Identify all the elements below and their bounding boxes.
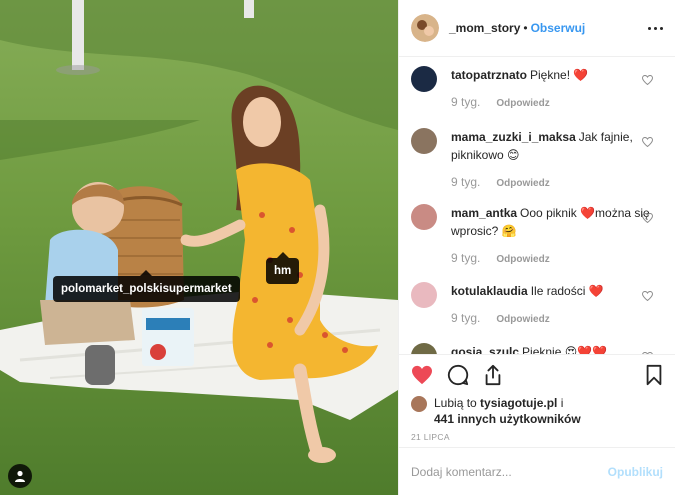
comment-age[interactable]: 9 tyg. — [451, 95, 480, 109]
product-tag-polomarket[interactable]: polomarket_polskisupermarket — [53, 270, 240, 302]
comment-age[interactable]: 9 tyg. — [451, 175, 480, 189]
comment-username[interactable]: kotulaklaudia — [451, 284, 528, 298]
avatar-image — [411, 14, 439, 42]
comment-like-heart-icon[interactable] — [642, 291, 653, 301]
comment-username[interactable]: gosia_szulc — [451, 345, 519, 354]
likes-prefix: Lubią to — [434, 396, 481, 410]
comment-text: Ile radości ❤️ — [530, 284, 604, 298]
comment-body: mam_antka Ooo piknik ❤️można się wprosic?… — [451, 204, 663, 269]
comment-meta: 9 tyg. Odpowiedz — [451, 93, 663, 113]
reply-button[interactable]: Odpowiedz — [496, 98, 549, 109]
comment-username[interactable]: mam_antka — [451, 206, 517, 220]
comment-item: tatopatrznato Piękne! ❤️ 9 tyg. Odpowiedz — [411, 66, 663, 113]
comment-item: kotulaklaudia Ile radości ❤️ 9 tyg. Odpowi… — [411, 282, 663, 329]
author-username[interactable]: _mom_story — [449, 21, 520, 35]
commenter-avatar[interactable] — [411, 128, 437, 154]
comment-meta: 9 tyg. Odpowiedz — [451, 173, 663, 193]
comment-body: mama_zuzki_i_maksa Jak fajnie, piknikowo … — [451, 128, 663, 193]
comment-username[interactable]: mama_zuzki_i_maksa — [451, 130, 576, 144]
comment-like-heart-icon[interactable] — [642, 137, 653, 147]
comment-like-heart-icon[interactable] — [642, 75, 653, 85]
picnic-photo-illustration — [0, 0, 398, 495]
post-photo[interactable]: polomarket_polskisupermarket hm — [0, 0, 398, 495]
header-separator: • — [523, 21, 528, 35]
comment-item: mama_zuzki_i_maksa Jak fajnie, piknikowo … — [411, 128, 663, 193]
reply-button[interactable]: Odpowiedz — [496, 314, 549, 325]
more-horizontal-icon[interactable] — [648, 26, 663, 30]
like-button[interactable] — [411, 365, 433, 385]
instagram-post: polomarket_polskisupermarket hm _mom_sto… — [0, 0, 675, 495]
likes-others-link[interactable]: 441 innych użytkowników — [434, 412, 581, 426]
commenter-avatar[interactable] — [411, 66, 437, 92]
heart-filled-icon — [412, 365, 432, 385]
share-icon — [485, 364, 501, 386]
post-actions — [399, 355, 675, 395]
tagged-users-button[interactable] — [8, 464, 32, 488]
comment-bubble-icon — [447, 364, 469, 386]
share-button[interactable] — [483, 364, 503, 386]
comment-meta: 9 tyg. Odpowiedz — [451, 249, 663, 269]
comment-age[interactable]: 9 tyg. — [451, 251, 480, 265]
comment-meta: 9 tyg. Odpowiedz — [451, 309, 663, 329]
comment-body: tatopatrznato Piękne! ❤️ 9 tyg. Odpowiedz — [451, 66, 663, 113]
comment-input[interactable] — [411, 464, 608, 479]
post-header: _mom_story • Obserwuj — [399, 0, 675, 57]
add-comment-bar: Opublikuj — [399, 447, 675, 495]
likes-and: i — [557, 396, 564, 410]
product-tag-hm[interactable]: hm — [266, 252, 300, 284]
comment-item: mam_antka Ooo piknik ❤️można się wprosic?… — [411, 204, 663, 269]
author-avatar[interactable] — [411, 14, 439, 42]
comment-body: kotulaklaudia Ile radości ❤️ 9 tyg. Odpowi… — [451, 282, 663, 329]
reply-button[interactable]: Odpowiedz — [496, 254, 549, 265]
comment-button[interactable] — [447, 364, 469, 386]
post-side-panel: _mom_story • Obserwuj tatopatrznato Piękn… — [398, 0, 675, 495]
reply-button[interactable]: Odpowiedz — [496, 178, 549, 189]
follow-button[interactable]: Obserwuj — [531, 21, 586, 35]
comment-like-heart-icon[interactable] — [642, 352, 653, 355]
comment-like-heart-icon[interactable] — [642, 213, 653, 223]
comment-item: gosia_szulc Pięknie 😍❤️❤️ — [411, 343, 663, 355]
person-icon — [15, 470, 25, 482]
comment-age[interactable]: 9 tyg. — [451, 311, 480, 325]
comments-list[interactable]: tatopatrznato Piękne! ❤️ 9 tyg. Odpowiedz … — [399, 57, 675, 355]
commenter-avatar[interactable] — [411, 343, 437, 354]
comment-username[interactable]: tatopatrznato — [451, 68, 527, 82]
comment-body: gosia_szulc Pięknie 😍❤️❤️ — [451, 343, 663, 355]
bookmark-icon — [646, 364, 662, 386]
post-comment-button[interactable]: Opublikuj — [608, 465, 663, 479]
comment-text: Pięknie 😍❤️❤️ — [522, 345, 608, 355]
likes-text: Lubią to tysiagotuje.pl i 441 innych uży… — [434, 395, 581, 427]
commenter-avatar[interactable] — [411, 282, 437, 308]
save-button[interactable] — [645, 364, 663, 386]
commenter-avatar[interactable] — [411, 204, 437, 230]
likes-summary: Lubią to tysiagotuje.pl i 441 innych uży… — [399, 395, 675, 429]
comment-text: Piękne! ❤️ — [530, 68, 589, 82]
liker-username[interactable]: tysiagotuje.pl — [480, 396, 557, 410]
liker-avatar[interactable] — [411, 396, 427, 412]
